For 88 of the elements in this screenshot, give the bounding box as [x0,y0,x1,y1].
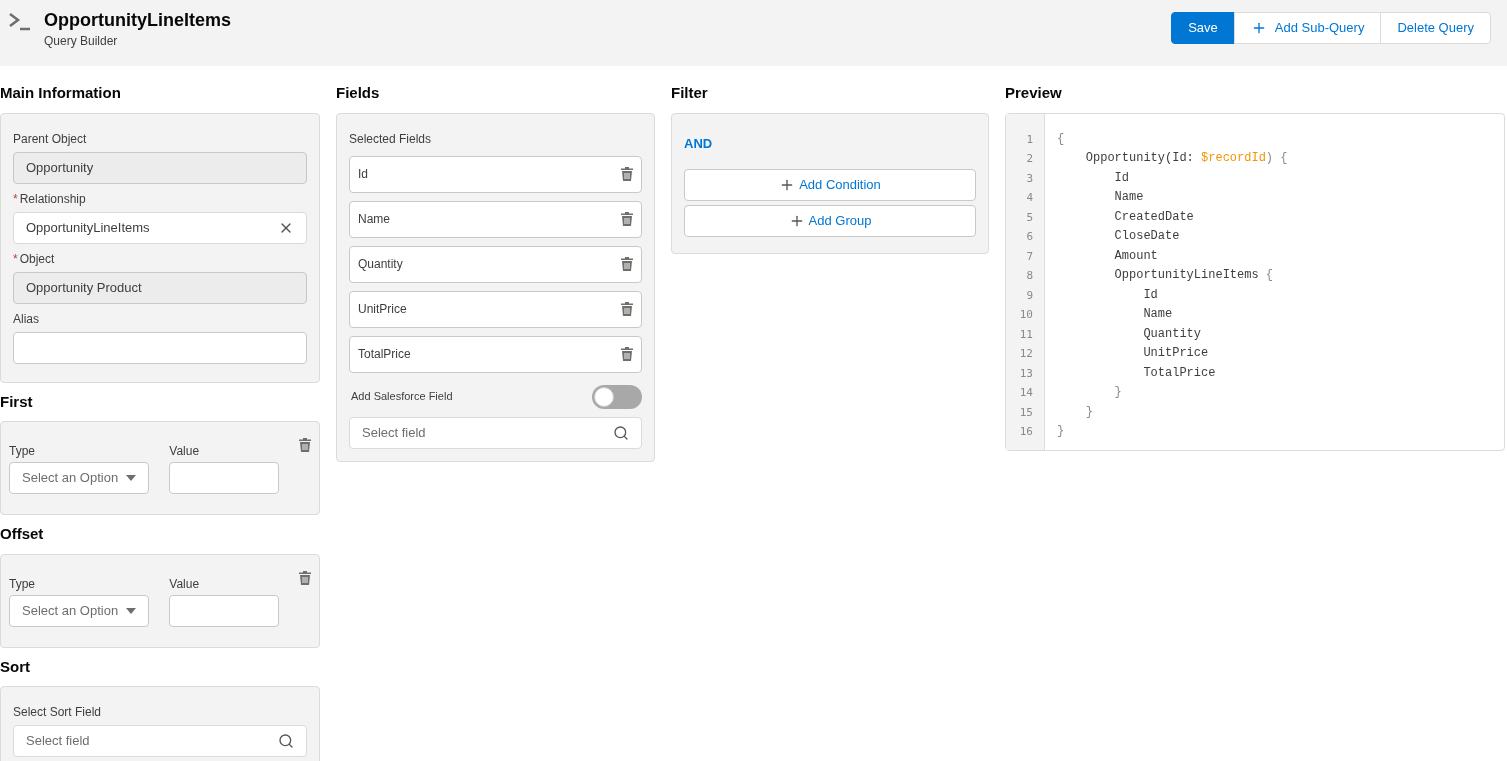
code-line: Name [1113,189,1145,206]
required-asterisk: * [13,190,18,208]
field-label: Alias [13,310,39,328]
trash-icon[interactable] [621,257,633,271]
caret-icon [126,607,137,614]
field-label: Select Sort Field [13,704,103,721]
readonly-field: Opportunity Product [13,271,307,304]
code-line: Opportunity(Id: $recordId) { [1084,150,1288,167]
code-line: Id [1113,169,1130,187]
code-line: } [1057,423,1066,440]
code-line: Quantity [1142,325,1203,343]
line-number: 12 [1018,346,1034,362]
salesforce-field-toggle[interactable] [592,384,642,409]
terminal-icon [8,12,32,32]
trash-icon[interactable] [299,438,311,452]
selected-field-item[interactable]: TotalPrice [349,335,642,373]
type-select[interactable]: Select an Option [9,594,150,627]
delete-query-button[interactable]: Delete Query [1380,12,1491,44]
type-select[interactable]: Select an Option [9,462,150,494]
save-button[interactable]: Save [1171,12,1235,44]
line-number: 6 [1025,229,1034,245]
section-heading: Main Information [0,83,122,103]
required-asterisk: * [13,250,18,268]
code-line: Name [1142,306,1174,323]
section-heading: Filter [671,83,709,103]
value-input[interactable] [169,594,279,627]
trash-icon[interactable] [621,167,633,181]
code-line: } [1113,384,1123,401]
trash-icon[interactable] [621,212,633,226]
line-number: 1 [1025,131,1034,148]
toggle-label: Add Salesforce Field [351,389,453,405]
search-icon [278,733,294,749]
field-label: Selected Fields [349,130,433,148]
field-label: Value [169,575,201,593]
page-subtitle: Query Builder [44,33,119,50]
value-input[interactable] [169,462,279,494]
field-label: Type [9,443,36,460]
sort-field-search[interactable]: Select field [13,725,307,757]
selected-field-item[interactable]: UnitPrice [349,290,642,328]
line-number: 15 [1018,404,1034,421]
field-label: Type [9,575,36,593]
section-heading: Sort [0,656,31,677]
section-heading: First [0,391,34,412]
trash-icon[interactable] [621,347,633,361]
add-group-button[interactable]: Add Group [684,205,976,237]
field-label: Value [169,443,201,460]
field-label: Parent Object [13,130,87,148]
selected-field-item[interactable]: Quantity [349,245,642,283]
add-sub-query-button[interactable]: Add Sub-Query [1233,12,1382,44]
line-number: 8 [1025,268,1034,284]
line-number: 3 [1025,170,1034,187]
line-number: 7 [1025,248,1034,265]
selected-field-item[interactable]: Id [349,155,642,193]
line-number: 10 [1018,307,1034,323]
code-line: CloseDate [1113,228,1181,245]
code-line: { [1057,130,1066,148]
line-number: 4 [1025,190,1034,206]
line-number: 13 [1018,365,1034,382]
caret-icon [126,475,137,481]
field-label: Object [19,250,55,268]
trash-icon[interactable] [621,302,633,316]
code-line: OpportunityLineItems { [1113,267,1275,284]
line-number: 2 [1025,151,1034,167]
line-number: 14 [1018,385,1034,401]
line-number: 16 [1018,424,1034,440]
code-line: TotalPrice [1142,364,1217,382]
code-line: UnitPrice [1142,345,1210,362]
code-line: Id [1142,286,1159,304]
code-line: Amount [1113,247,1159,265]
field-label: Relationship [19,190,86,208]
section-heading: Preview [1005,83,1063,103]
alias-input[interactable] [13,331,307,364]
section-heading: Offset [0,524,45,544]
search-icon [613,424,629,441]
section-heading: Fields [336,83,381,103]
readonly-field: Opportunity [13,151,307,184]
logic-operator: AND [684,134,714,153]
trash-icon[interactable] [299,570,311,585]
code-line: CreatedDate [1113,208,1195,226]
page-title: OpportunityLineItems [44,9,231,32]
code-line: } [1084,403,1094,421]
selected-field-item[interactable]: Name [349,200,642,238]
line-number: 5 [1025,209,1034,226]
line-number: 11 [1018,326,1034,343]
line-number: 9 [1025,287,1034,304]
add-condition-button[interactable]: Add Condition [684,169,976,201]
field-search[interactable]: Select field [349,416,642,449]
lookup-field[interactable]: OpportunityLineItems [13,211,307,244]
